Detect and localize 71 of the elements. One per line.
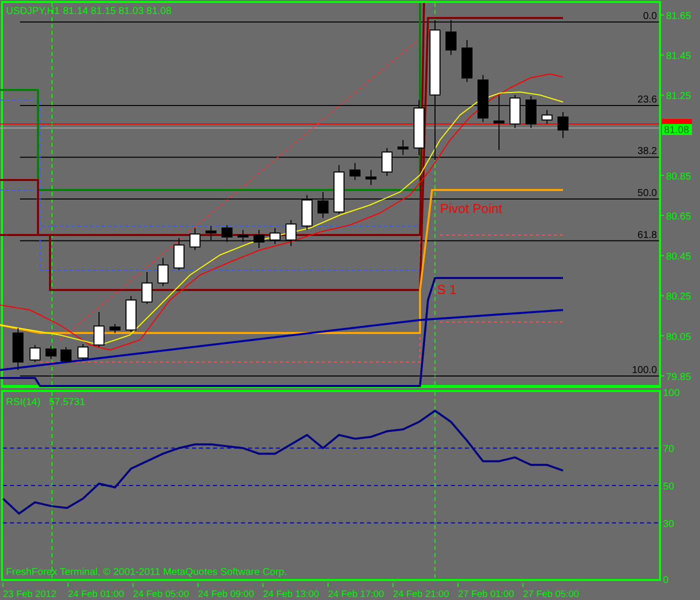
candlestick xyxy=(30,344,40,362)
rsi-tick-label: 100 xyxy=(663,388,680,399)
price-tick-label: 80.45 xyxy=(666,252,692,263)
price-tick-label: 81.25 xyxy=(666,91,692,102)
fibonacci-label: 100.0 xyxy=(632,365,657,376)
price-tick-label: 80.65 xyxy=(666,212,692,222)
candlestick xyxy=(12,328,24,370)
time-tick-label: 24 Feb 09:00 xyxy=(198,589,254,600)
rsi-tick-label: 0 xyxy=(663,575,669,583)
candlestick xyxy=(78,344,88,360)
bid-price-marker xyxy=(662,119,692,124)
rsi-title: RSI(14) xyxy=(6,397,40,408)
candlestick xyxy=(190,228,200,250)
time-tick-label: 24 Feb 01:00 xyxy=(68,589,124,600)
price-tick-label: 80.85 xyxy=(666,171,692,182)
current-price-label: 81.08 xyxy=(662,124,692,136)
candlestick xyxy=(254,230,264,248)
candlestick xyxy=(94,312,104,348)
candlestick xyxy=(462,40,472,82)
time-tick-label: 23 Feb 2012 xyxy=(3,589,56,600)
candlestick xyxy=(334,164,344,214)
candlestick xyxy=(542,110,552,124)
candlestick xyxy=(494,94,504,150)
candlestick xyxy=(478,74,488,122)
candlestick xyxy=(126,296,136,332)
fibonacci-label: 61.8 xyxy=(638,230,657,241)
candlestick xyxy=(60,346,72,364)
price-tick-label: 81.45 xyxy=(666,51,692,62)
candlestick xyxy=(46,346,56,360)
time-tick-label: 24 Feb 13:00 xyxy=(263,589,319,600)
support-label: S 1 xyxy=(437,282,457,297)
candlestick xyxy=(398,140,408,156)
fibonacci-label: 0.0 xyxy=(643,11,657,22)
copyright-text: FreshForex Terminal, © 2001-2011 MetaQuotes Software Corp. xyxy=(6,567,288,578)
time-tick-label: 27 Feb 01:00 xyxy=(458,589,514,600)
fibonacci-label: 38.2 xyxy=(638,146,657,158)
time-tick-label: 24 Feb 17:00 xyxy=(328,589,384,600)
candlestick xyxy=(286,220,296,246)
candlestick xyxy=(158,258,168,286)
quote-label: 81.14 81.15 81.03 81.08 xyxy=(63,6,172,17)
candlestick xyxy=(366,170,376,186)
price-tick-label: 81.65 xyxy=(666,11,692,22)
price-tick-label: 80.25 xyxy=(666,292,692,303)
candlestick xyxy=(350,162,360,180)
candlestick xyxy=(302,194,312,230)
time-tick-label: 27 Feb 05:00 xyxy=(523,589,579,600)
candlestick xyxy=(222,224,232,242)
time-tick-label: 24 Feb 21:00 xyxy=(393,589,449,600)
fibonacci-label: 50.0 xyxy=(638,188,657,199)
candlestick xyxy=(382,148,392,176)
price-tick-label: 80.05 xyxy=(666,332,692,343)
candlestick xyxy=(270,228,280,244)
candlestick xyxy=(414,100,424,156)
pivot-point-label: Pivot Point xyxy=(440,201,502,216)
candlestick xyxy=(446,20,456,56)
rsi-tick-label: 70 xyxy=(663,444,674,456)
fibonacci-label: 23.6 xyxy=(638,94,657,106)
candlestick xyxy=(238,230,248,242)
price-tick-label: 79.85 xyxy=(666,372,692,383)
candlestick xyxy=(558,112,568,138)
candlestick xyxy=(510,94,520,128)
candlestick xyxy=(174,238,184,270)
candlestick xyxy=(206,226,216,240)
symbol-label: USDJPY,H1 xyxy=(6,6,60,17)
rsi-tick-label: 30 xyxy=(663,518,674,530)
candlestick xyxy=(318,192,328,218)
time-tick-label: 24 Feb 05:00 xyxy=(133,589,189,600)
rsi-reading: 57.5731 xyxy=(49,397,86,408)
candlestick xyxy=(142,272,152,304)
candlestick xyxy=(526,96,536,128)
rsi-tick-label: 50 xyxy=(663,482,674,492)
